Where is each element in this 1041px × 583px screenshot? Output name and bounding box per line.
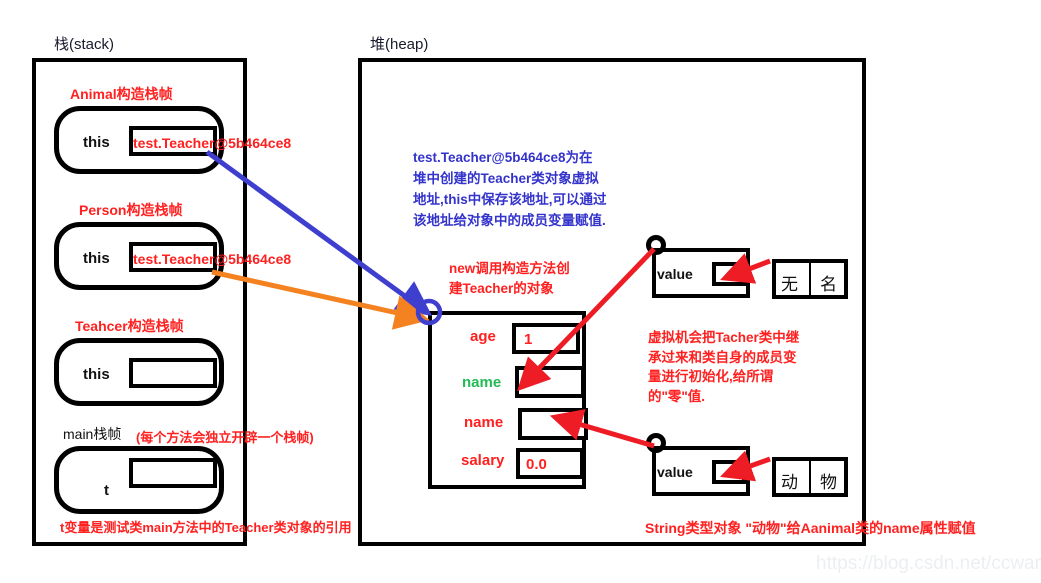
heap-address-note-line-0: test.Teacher@5b464ce8为在 xyxy=(413,150,593,165)
teacher-field-2-name: name xyxy=(464,414,504,431)
teacher-field-0-value-box xyxy=(512,323,580,354)
heap-address-note-line-1: 堆中创建的Teacher类对象虚拟 xyxy=(413,170,599,186)
stack-frame-3-title-note: (每个方法会独立开辟一个栈帧) xyxy=(136,430,314,445)
stack-frame-3-var-label: t xyxy=(104,482,109,499)
string-object-0-char-1: 名 xyxy=(820,275,837,294)
string-object-1-field-label: value xyxy=(657,464,693,480)
string-object-0-char-0: 无 xyxy=(781,275,798,294)
heap-address-note-line-3: 该地址给对象中的成员变量赋值. xyxy=(413,212,606,228)
heap-init-note-line-2: 量进行初始化,给所谓 xyxy=(648,369,774,385)
heap-region-title: 堆(heap) xyxy=(370,36,429,53)
stack-frame-2-title: Teahcer构造栈帧 xyxy=(75,318,184,334)
heap-new-note-line-0: new调用构造方法创 xyxy=(449,261,570,276)
watermark: https://blog.csdn.net/ccwangfei xyxy=(816,553,1041,574)
heap-init-note-line-3: 的"零"值. xyxy=(648,388,706,404)
teacher-field-0-value: 1 xyxy=(524,331,533,348)
heap-new-note: new调用构造方法创 建Teacher的对象 xyxy=(449,259,629,298)
stack-frame-3-title: main栈帧 xyxy=(63,426,122,442)
stack-frame-2-var-label: this xyxy=(83,366,110,383)
heap-address-note-line-2: 地址,this中保存该地址,可以通过 xyxy=(413,191,607,207)
stack-frame-2-value-box xyxy=(129,358,217,388)
heap-init-note: 虚拟机会把Tacher类中继 承过来和类自身的成员变 量进行初始化,给所谓 的"… xyxy=(648,328,843,406)
heap-new-note-line-1: 建Teacher的对象 xyxy=(449,280,554,296)
stack-frame-1-var-label: this xyxy=(83,250,110,267)
heap-bottom-note: String类型对象 "动物"给Aanimal类的name属性赋值 xyxy=(645,520,976,536)
string-object-1-value-box xyxy=(712,460,746,484)
stack-frame-1-title: Person构造栈帧 xyxy=(79,202,183,218)
stack-region-title: 栈(stack) xyxy=(54,36,115,53)
string-object-0-field-label: value xyxy=(657,266,693,282)
stack-frame-0-value: test.Teacher@5b464ce8 xyxy=(133,135,292,151)
diagram-canvas: 栈(stack) Animal构造栈帧 this test.Teacher@5b… xyxy=(0,0,1041,583)
string-object-1-char-divider xyxy=(809,457,811,497)
teacher-field-0-name: age xyxy=(470,328,496,345)
stack-frame-3-value-box xyxy=(129,458,217,488)
string-object-0-char-divider xyxy=(809,259,811,299)
stack-frame-1-value: test.Teacher@5b464ce8 xyxy=(133,251,292,267)
stack-frame-0-var-label: this xyxy=(83,134,110,151)
heap-init-note-line-1: 承过来和类自身的成员变 xyxy=(648,349,797,365)
teacher-field-3-name: salary xyxy=(461,452,505,469)
stack-frame-0-title: Animal构造栈帧 xyxy=(70,86,173,102)
teacher-field-1-value-box xyxy=(515,366,585,398)
string-object-1-char-1: 物 xyxy=(820,473,837,492)
teacher-field-3-value: 0.0 xyxy=(526,456,547,473)
heap-init-note-line-0: 虚拟机会把Tacher类中继 xyxy=(648,330,800,345)
stack-frame-3-footer-note: t变量是测试类main方法中的Teacher类对象的引用 xyxy=(60,520,352,535)
string-object-0-value-box xyxy=(712,262,746,286)
teacher-field-2-value-box xyxy=(518,408,588,440)
heap-address-note: test.Teacher@5b464ce8为在 堆中创建的Teacher类对象虚… xyxy=(413,148,663,232)
string-object-1-char-0: 动 xyxy=(781,473,798,492)
teacher-field-1-name: name xyxy=(462,374,502,391)
